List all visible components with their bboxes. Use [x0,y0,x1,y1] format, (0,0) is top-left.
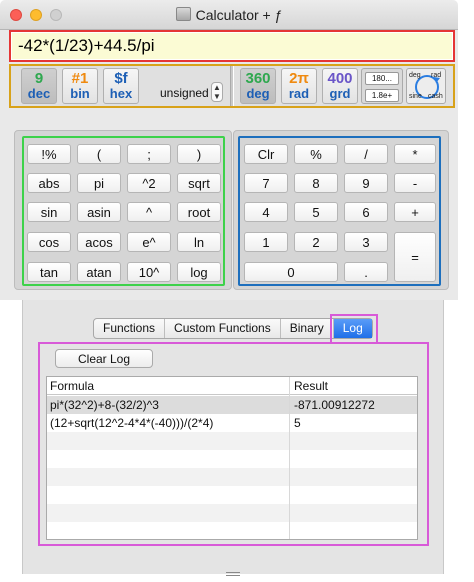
key-equals[interactable]: = [394,232,436,282]
dec-mode-button[interactable]: 9 dec [21,68,57,104]
document-icon [175,7,191,21]
tab-functions[interactable]: Functions [94,319,166,338]
angle-gauge[interactable]: deg rad sine cash [406,68,446,104]
key-factorial-percent[interactable]: !% [27,144,71,164]
key-7[interactable]: 7 [244,173,288,193]
column-divider [289,377,290,539]
key-pi[interactable]: pi [77,173,121,193]
column-header-formula[interactable]: Formula [50,378,94,395]
formula-cell: (12+sqrt(12^2-4*4*(-40)))/(2*4) [50,416,214,430]
key-abs[interactable]: abs [27,173,71,193]
hex-mode-button[interactable]: $f hex [103,68,139,104]
key-plus[interactable]: + [394,202,436,222]
table-row-empty [47,468,417,486]
bin-mode-button[interactable]: #1 bin [62,68,98,104]
key-close-paren[interactable]: ) [177,144,221,164]
window-title: Calculator + ƒ [0,7,458,23]
key-power[interactable]: ^ [127,202,171,222]
key-8[interactable]: 8 [294,173,338,193]
key-square[interactable]: ^2 [127,173,171,193]
table-row-empty [47,504,417,522]
key-root[interactable]: root [177,202,221,222]
key-atan[interactable]: atan [77,262,121,282]
log-table-header [47,378,417,395]
key-1[interactable]: 1 [244,232,288,252]
key-9[interactable]: 9 [344,173,388,193]
deg-mode-button[interactable]: 360 deg [240,68,276,104]
key-asin[interactable]: asin [77,202,121,222]
signedness-stepper[interactable]: ▲ ▼ [211,82,223,102]
key-ten-power[interactable]: 10^ [127,262,171,282]
key-5[interactable]: 5 [294,202,338,222]
key-3[interactable]: 3 [344,232,388,252]
key-exp[interactable]: e^ [127,232,171,252]
signedness-label: unsigned [160,86,209,100]
key-minus[interactable]: - [394,173,436,193]
drawer-resize-handle[interactable] [226,572,240,576]
result-cell: -871.00912272 [294,398,375,412]
key-sqrt[interactable]: sqrt [177,173,221,193]
key-6[interactable]: 6 [344,202,388,222]
key-multiply[interactable]: * [394,144,436,164]
table-row-empty [47,522,417,540]
table-row-empty [47,486,417,504]
expression-input[interactable] [12,33,452,59]
key-tan[interactable]: tan [27,262,71,282]
key-ln[interactable]: ln [177,232,221,252]
key-log[interactable]: log [177,262,221,282]
grd-mode-button[interactable]: 400 grd [322,68,358,104]
log-tab-highlight [330,314,378,344]
key-percent[interactable]: % [294,144,338,164]
column-header-result[interactable]: Result [294,378,328,395]
table-row-empty [47,432,417,450]
key-sin[interactable]: sin [27,202,71,222]
tab-custom-functions[interactable]: Custom Functions [165,319,281,338]
clear-log-button[interactable]: Clear Log [55,349,153,368]
table-row-empty [47,450,417,468]
key-semicolon[interactable]: ; [127,144,171,164]
key-decimal[interactable]: . [344,262,388,282]
precision-full-button[interactable]: 180... [365,72,399,85]
tab-binary[interactable]: Binary [281,319,334,338]
result-cell: 5 [294,416,301,430]
rad-mode-button[interactable]: 2π rad [281,68,317,104]
formula-cell: pi*(32^2)+8-(32/2)^3 [50,398,159,412]
mode-divider [230,66,234,106]
key-cos[interactable]: cos [27,232,71,252]
precision-scientific-button[interactable]: 1.8e+ [365,89,399,102]
key-4[interactable]: 4 [244,202,288,222]
key-0[interactable]: 0 [244,262,338,282]
key-acos[interactable]: acos [77,232,121,252]
key-open-paren[interactable]: ( [77,144,121,164]
key-clear[interactable]: Clr [244,144,288,164]
key-2[interactable]: 2 [294,232,338,252]
key-divide[interactable]: / [344,144,388,164]
